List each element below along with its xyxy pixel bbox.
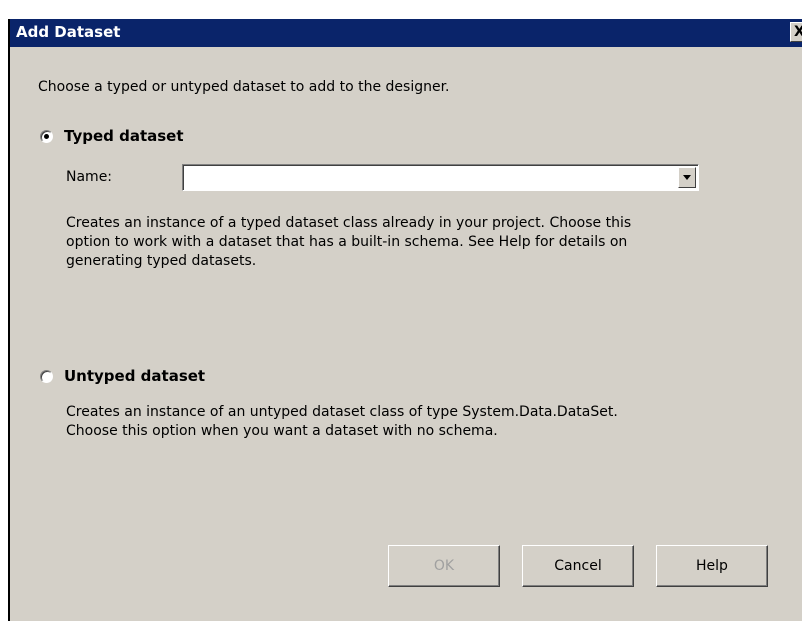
typed-description-line: Creates an instance of a typed dataset c…: [66, 215, 632, 231]
cancel-button[interactable]: Cancel: [522, 545, 634, 587]
typed-dataset-radio[interactable]: [40, 130, 53, 143]
close-button[interactable]: X: [790, 22, 802, 42]
untyped-dataset-label[interactable]: Untyped dataset: [64, 367, 205, 385]
typed-description-line: generating typed datasets.: [66, 253, 257, 269]
untyped-description-line: Choose this option when you want a datas…: [66, 423, 498, 439]
untyped-dataset-radio[interactable]: [40, 370, 53, 383]
dialog-title: Add Dataset: [16, 23, 121, 41]
typed-description: Creates an instance of a typed dataset c…: [66, 214, 756, 271]
name-combobox[interactable]: [182, 164, 699, 191]
untyped-description-line: Creates an instance of an untyped datase…: [66, 404, 618, 420]
typed-dataset-label[interactable]: Typed dataset: [64, 127, 184, 145]
radio-selected-dot: [44, 134, 49, 139]
ok-button[interactable]: OK: [388, 545, 500, 587]
untyped-description: Creates an instance of an untyped datase…: [66, 403, 756, 441]
add-dataset-dialog: Add Dataset X Choose a typed or untyped …: [8, 19, 802, 621]
name-label: Name:: [66, 169, 113, 185]
help-button[interactable]: Help: [656, 545, 768, 587]
typed-description-line: option to work with a dataset that has a…: [66, 234, 628, 250]
chevron-down-icon: [683, 175, 691, 180]
combobox-dropdown-button[interactable]: [678, 167, 696, 188]
intro-text: Choose a typed or untyped dataset to add…: [38, 79, 450, 95]
title-bar[interactable]: Add Dataset X: [10, 19, 802, 47]
